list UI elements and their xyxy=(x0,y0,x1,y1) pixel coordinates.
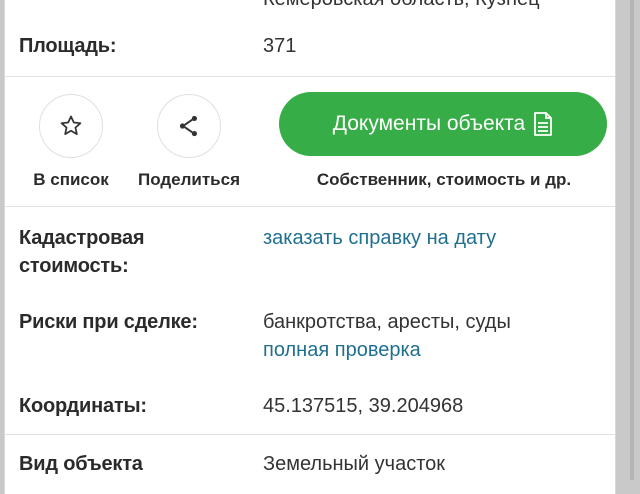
share-icon xyxy=(179,115,198,137)
object-type-label: Вид объекта xyxy=(19,453,143,475)
object-documents-button[interactable]: Документы объекта xyxy=(279,92,607,156)
cadastral-label-line2: стоимость: xyxy=(19,255,129,277)
divider xyxy=(5,206,615,207)
object-info-card: Кемеровская область, Кузнец Площадь: 371… xyxy=(4,0,616,494)
divider xyxy=(5,434,615,435)
documents-button-label: Документы объекта xyxy=(332,112,526,135)
area-value: 371 xyxy=(263,35,297,57)
add-to-list-button[interactable] xyxy=(39,94,103,158)
full-check-link[interactable]: полная проверка xyxy=(263,336,421,364)
scrollbar[interactable] xyxy=(630,0,634,480)
share-label[interactable]: Поделиться xyxy=(131,170,247,190)
add-to-list-label[interactable]: В список xyxy=(19,170,123,190)
coordinates-value: 45.137515, 39.204968 xyxy=(263,395,464,417)
share-button[interactable] xyxy=(157,94,221,158)
object-type-value: Земельный участок xyxy=(263,453,446,475)
address-partial-text: Кемеровская область, Кузнец xyxy=(263,0,540,11)
divider xyxy=(5,76,615,77)
coordinates-label: Координаты: xyxy=(19,395,147,417)
documents-subtitle: Собственник, стоимость и др. xyxy=(316,170,572,189)
cadastral-label-line1: Кадастровая xyxy=(19,227,145,249)
risks-label: Риски при сделке: xyxy=(19,311,198,333)
star-icon xyxy=(60,115,82,135)
document-icon xyxy=(534,112,553,136)
area-label: Площадь: xyxy=(19,35,117,57)
order-certificate-link[interactable]: заказать справку на дату xyxy=(263,224,496,252)
risks-value: банкротства, аресты, суды xyxy=(263,311,511,333)
